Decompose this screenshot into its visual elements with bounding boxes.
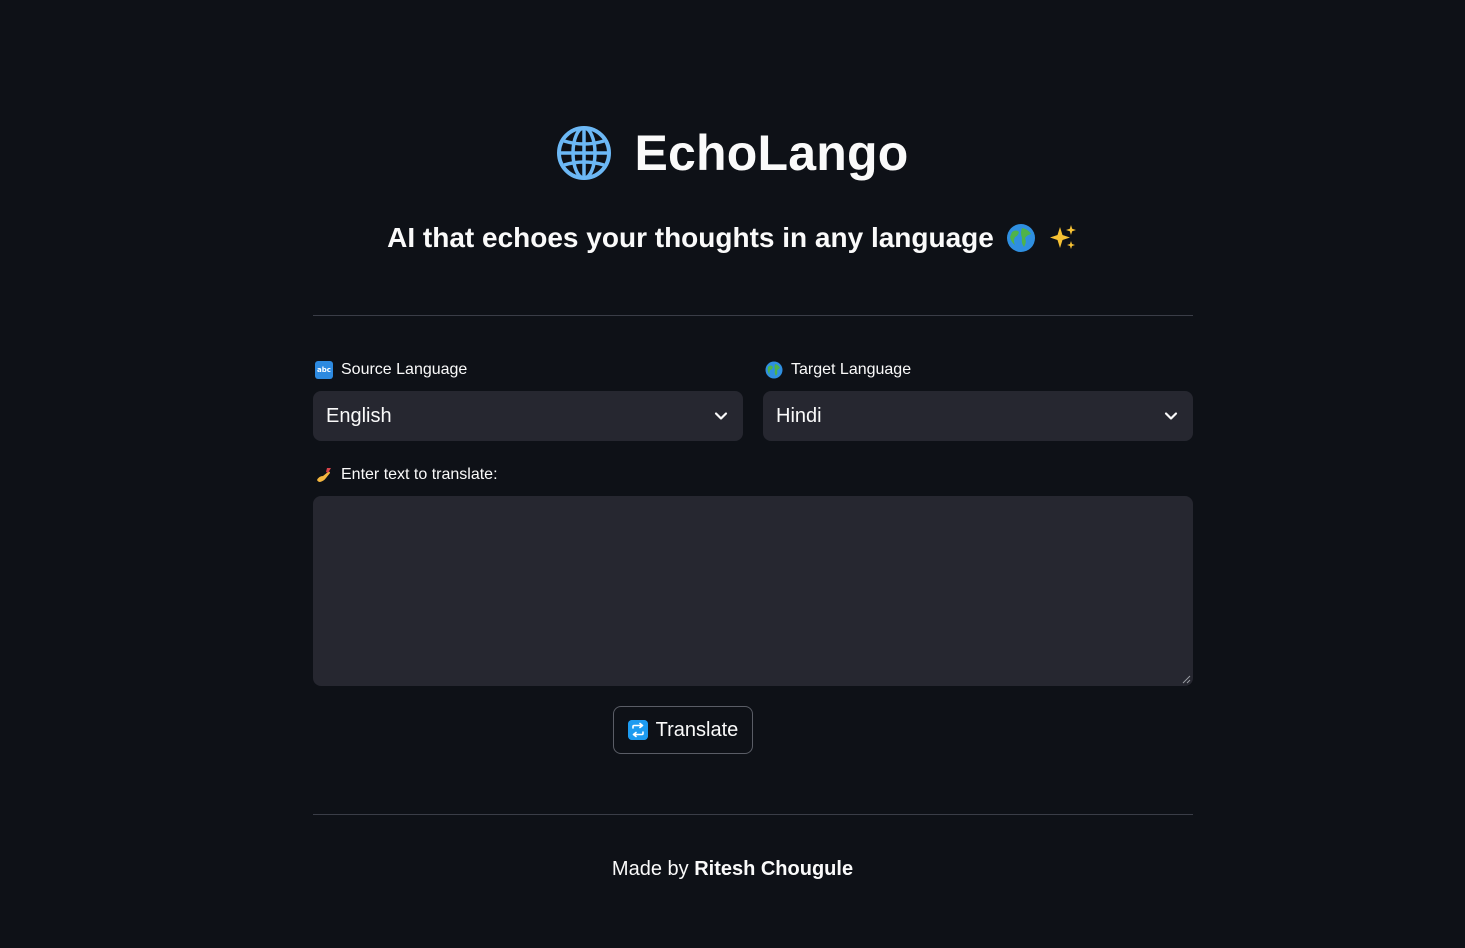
writing-hand-icon (317, 468, 331, 482)
translate-text-input[interactable] (313, 496, 1193, 686)
earth-icon (765, 361, 783, 379)
globe-icon (557, 126, 612, 180)
footer-author: Ritesh Chougule (694, 858, 854, 880)
target-language-label: Target Language (765, 361, 911, 379)
chevron-down-icon (714, 412, 728, 420)
source-language-select[interactable]: English (313, 391, 743, 441)
target-language-select[interactable]: Hindi (763, 391, 1193, 441)
translate-button[interactable]: Translate (613, 706, 753, 754)
sparkles-icon (1049, 225, 1076, 249)
subtitle-text: AI that echoes your thoughts in any lang… (387, 222, 994, 253)
earth-icon (1006, 224, 1035, 252)
translate-button-label: Translate (655, 718, 739, 741)
repeat-icon (627, 720, 648, 740)
source-language-value: English (326, 404, 392, 427)
resize-handle-icon[interactable] (1181, 674, 1191, 684)
target-language-value: Hindi (776, 404, 822, 427)
target-language-label-text: Target Language (791, 361, 912, 378)
app-header: EchoLango (0, 118, 1465, 188)
footer: Made by Ritesh Chougule (0, 858, 1465, 881)
app-page: EchoLango AI that echoes your thoughts i… (0, 0, 1465, 948)
abc-icon: abc (315, 361, 333, 379)
source-language-label-text: Source Language (341, 361, 468, 378)
text-input-label: Enter text to translate: (315, 466, 498, 484)
app-title: EchoLango (634, 125, 909, 181)
app-subtitle: AI that echoes your thoughts in any lang… (0, 218, 1465, 258)
source-language-label: abc Source Language (315, 361, 467, 379)
text-input-label-text: Enter text to translate: (341, 466, 498, 483)
chevron-down-icon (1164, 412, 1178, 420)
header-divider (313, 315, 1193, 316)
footer-prefix: Made by (611, 858, 689, 880)
footer-divider (313, 814, 1193, 815)
